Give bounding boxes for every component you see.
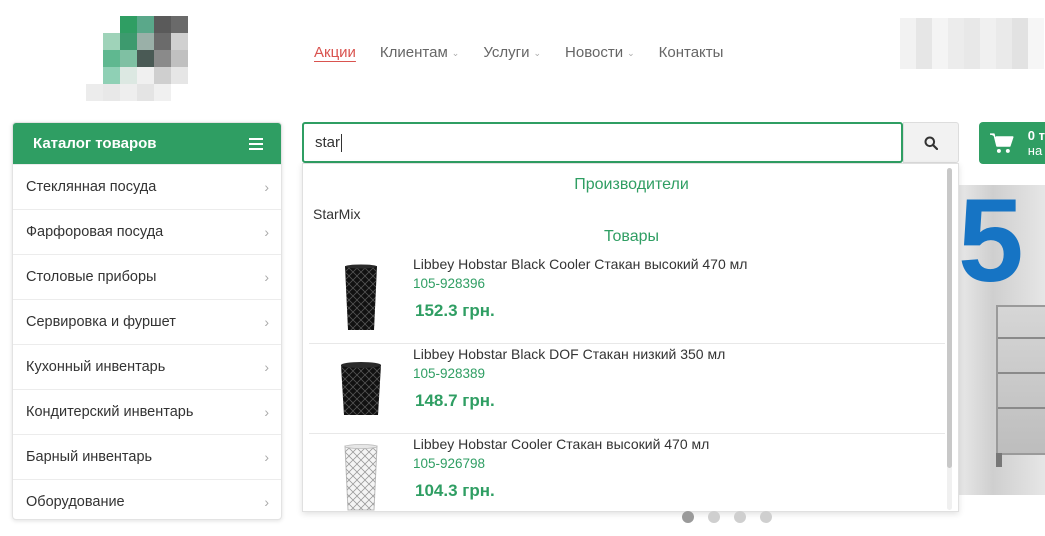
product-sku: 105-928389 <box>413 366 486 381</box>
catalog-item[interactable]: Стеклянная посуда › <box>13 164 281 209</box>
nav-item-label: Новости <box>565 44 624 61</box>
manufacturer-suggestion[interactable]: StarMix <box>313 206 360 222</box>
carousel-dot[interactable] <box>760 511 772 523</box>
product-sku: 105-926798 <box>413 456 486 471</box>
scrollbar-thumb[interactable] <box>947 168 952 468</box>
products-heading: Товары <box>603 228 660 245</box>
search-button[interactable] <box>903 122 959 163</box>
carousel-dot[interactable] <box>708 511 720 523</box>
chevron-right-icon: › <box>264 359 269 375</box>
glass-image <box>345 264 377 330</box>
catalog-item[interactable]: Сервировка и фуршет › <box>13 299 281 344</box>
nav-item-news[interactable]: Новости ⌄ <box>565 44 635 61</box>
catalog-sidebar: Каталог товаров Стеклянная посуда › Фарф… <box>12 122 282 520</box>
glass-image <box>341 362 381 415</box>
catalog-item[interactable]: Столовые приборы › <box>13 254 281 299</box>
catalog-item[interactable]: Кухонный инвентарь › <box>13 344 281 389</box>
nav-item-label: Услуги <box>483 44 530 61</box>
promo-banner[interactable]: 5 <box>958 185 1045 495</box>
catalog-item-label: Столовые приборы <box>26 269 157 285</box>
chevron-down-icon: ⌄ <box>533 48 542 58</box>
dropdown-scrollbar[interactable] <box>947 168 952 510</box>
carousel-dot[interactable] <box>682 511 694 523</box>
product-price: 104.3 грн. <box>415 481 495 500</box>
catalog-item-label: Кондитерский инвентарь <box>26 404 194 420</box>
main-nav: Акции Клиентам ⌄ Услуги ⌄ Новости ⌄ Конт… <box>314 44 747 61</box>
text-caret <box>341 133 343 152</box>
chevron-right-icon: › <box>264 179 269 195</box>
cart-button[interactable]: 0 т на <box>979 122 1045 164</box>
chevron-right-icon: › <box>264 494 269 510</box>
catalog-header[interactable]: Каталог товаров <box>13 123 281 164</box>
catalog-item[interactable]: Оборудование › <box>13 479 281 519</box>
banner-fridge-image <box>996 305 1045 455</box>
nav-item-label: Акции <box>314 44 356 61</box>
product-name: Libbey Hobstar Black DOF Стакан низкий 3… <box>413 346 726 362</box>
cart-icon <box>989 133 1014 153</box>
chevron-right-icon: › <box>264 449 269 465</box>
catalog-item[interactable]: Кондитерский инвентарь › <box>13 389 281 434</box>
cart-summary: 0 т на <box>1028 128 1045 158</box>
catalog-item-label: Барный инвентарь <box>26 449 153 465</box>
catalog-item-label: Фарфоровая посуда <box>26 224 164 240</box>
nav-item-services[interactable]: Услуги ⌄ <box>483 44 541 61</box>
product-sku: 105-928396 <box>413 276 486 291</box>
search-query: star <box>315 134 341 151</box>
product-suggestion[interactable]: Libbey Hobstar Black DOF Стакан низкий 3… <box>309 344 945 434</box>
catalog-item-label: Оборудование <box>26 494 125 510</box>
cart-subtext: на <box>1027 143 1043 158</box>
carousel-dots <box>682 511 772 523</box>
chevron-right-icon: › <box>264 224 269 240</box>
catalog-item-label: Сервировка и фуршет <box>26 314 176 330</box>
catalog-title: Каталог товаров <box>33 135 157 152</box>
manufacturers-heading: Производители <box>574 176 689 193</box>
cart-count: 0 т <box>1027 128 1045 143</box>
chevron-right-icon: › <box>264 269 269 285</box>
product-price: 148.7 грн. <box>415 391 495 410</box>
nav-item-label: Клиентам <box>379 44 448 61</box>
product-name: Libbey Hobstar Cooler Стакан высокий 470… <box>413 436 710 452</box>
catalog-item[interactable]: Фарфоровая посуда › <box>13 209 281 254</box>
glass-image <box>344 444 378 511</box>
banner-fridge-leg <box>996 453 1002 467</box>
product-image <box>309 434 413 511</box>
nav-item-promotions[interactable]: Акции <box>314 44 356 61</box>
product-image <box>309 344 413 434</box>
search-suggestions: Производители StarMix Товары Libbey Hobs… <box>302 163 959 512</box>
chevron-down-icon: ⌄ <box>627 48 635 58</box>
search-icon <box>924 136 938 150</box>
product-image <box>309 254 413 344</box>
site-logo[interactable] <box>86 16 205 102</box>
product-suggestion[interactable]: Libbey Hobstar Black Cooler Стакан высок… <box>309 254 945 344</box>
search-input[interactable]: star <box>302 122 903 163</box>
chevron-right-icon: › <box>264 314 269 330</box>
nav-item-contacts[interactable]: Контакты <box>659 44 724 61</box>
nav-item-label: Контакты <box>658 44 724 61</box>
menu-icon[interactable] <box>249 137 263 150</box>
product-name: Libbey Hobstar Black Cooler Стакан высок… <box>413 256 748 272</box>
catalog-item-label: Стеклянная посуда <box>26 179 157 195</box>
catalog-item[interactable]: Барный инвентарь › <box>13 434 281 479</box>
banner-promo-number: 5 <box>958 185 1024 307</box>
product-suggestion[interactable]: Libbey Hobstar Cooler Стакан высокий 470… <box>309 434 945 511</box>
catalog-item-label: Кухонный инвентарь <box>26 359 166 375</box>
chevron-right-icon: › <box>264 404 269 420</box>
header-contact-block <box>900 18 1045 69</box>
chevron-down-icon: ⌄ <box>451 48 460 58</box>
product-price: 152.3 грн. <box>415 301 495 320</box>
carousel-dot[interactable] <box>734 511 746 523</box>
nav-item-clients[interactable]: Клиентам ⌄ <box>380 44 459 61</box>
